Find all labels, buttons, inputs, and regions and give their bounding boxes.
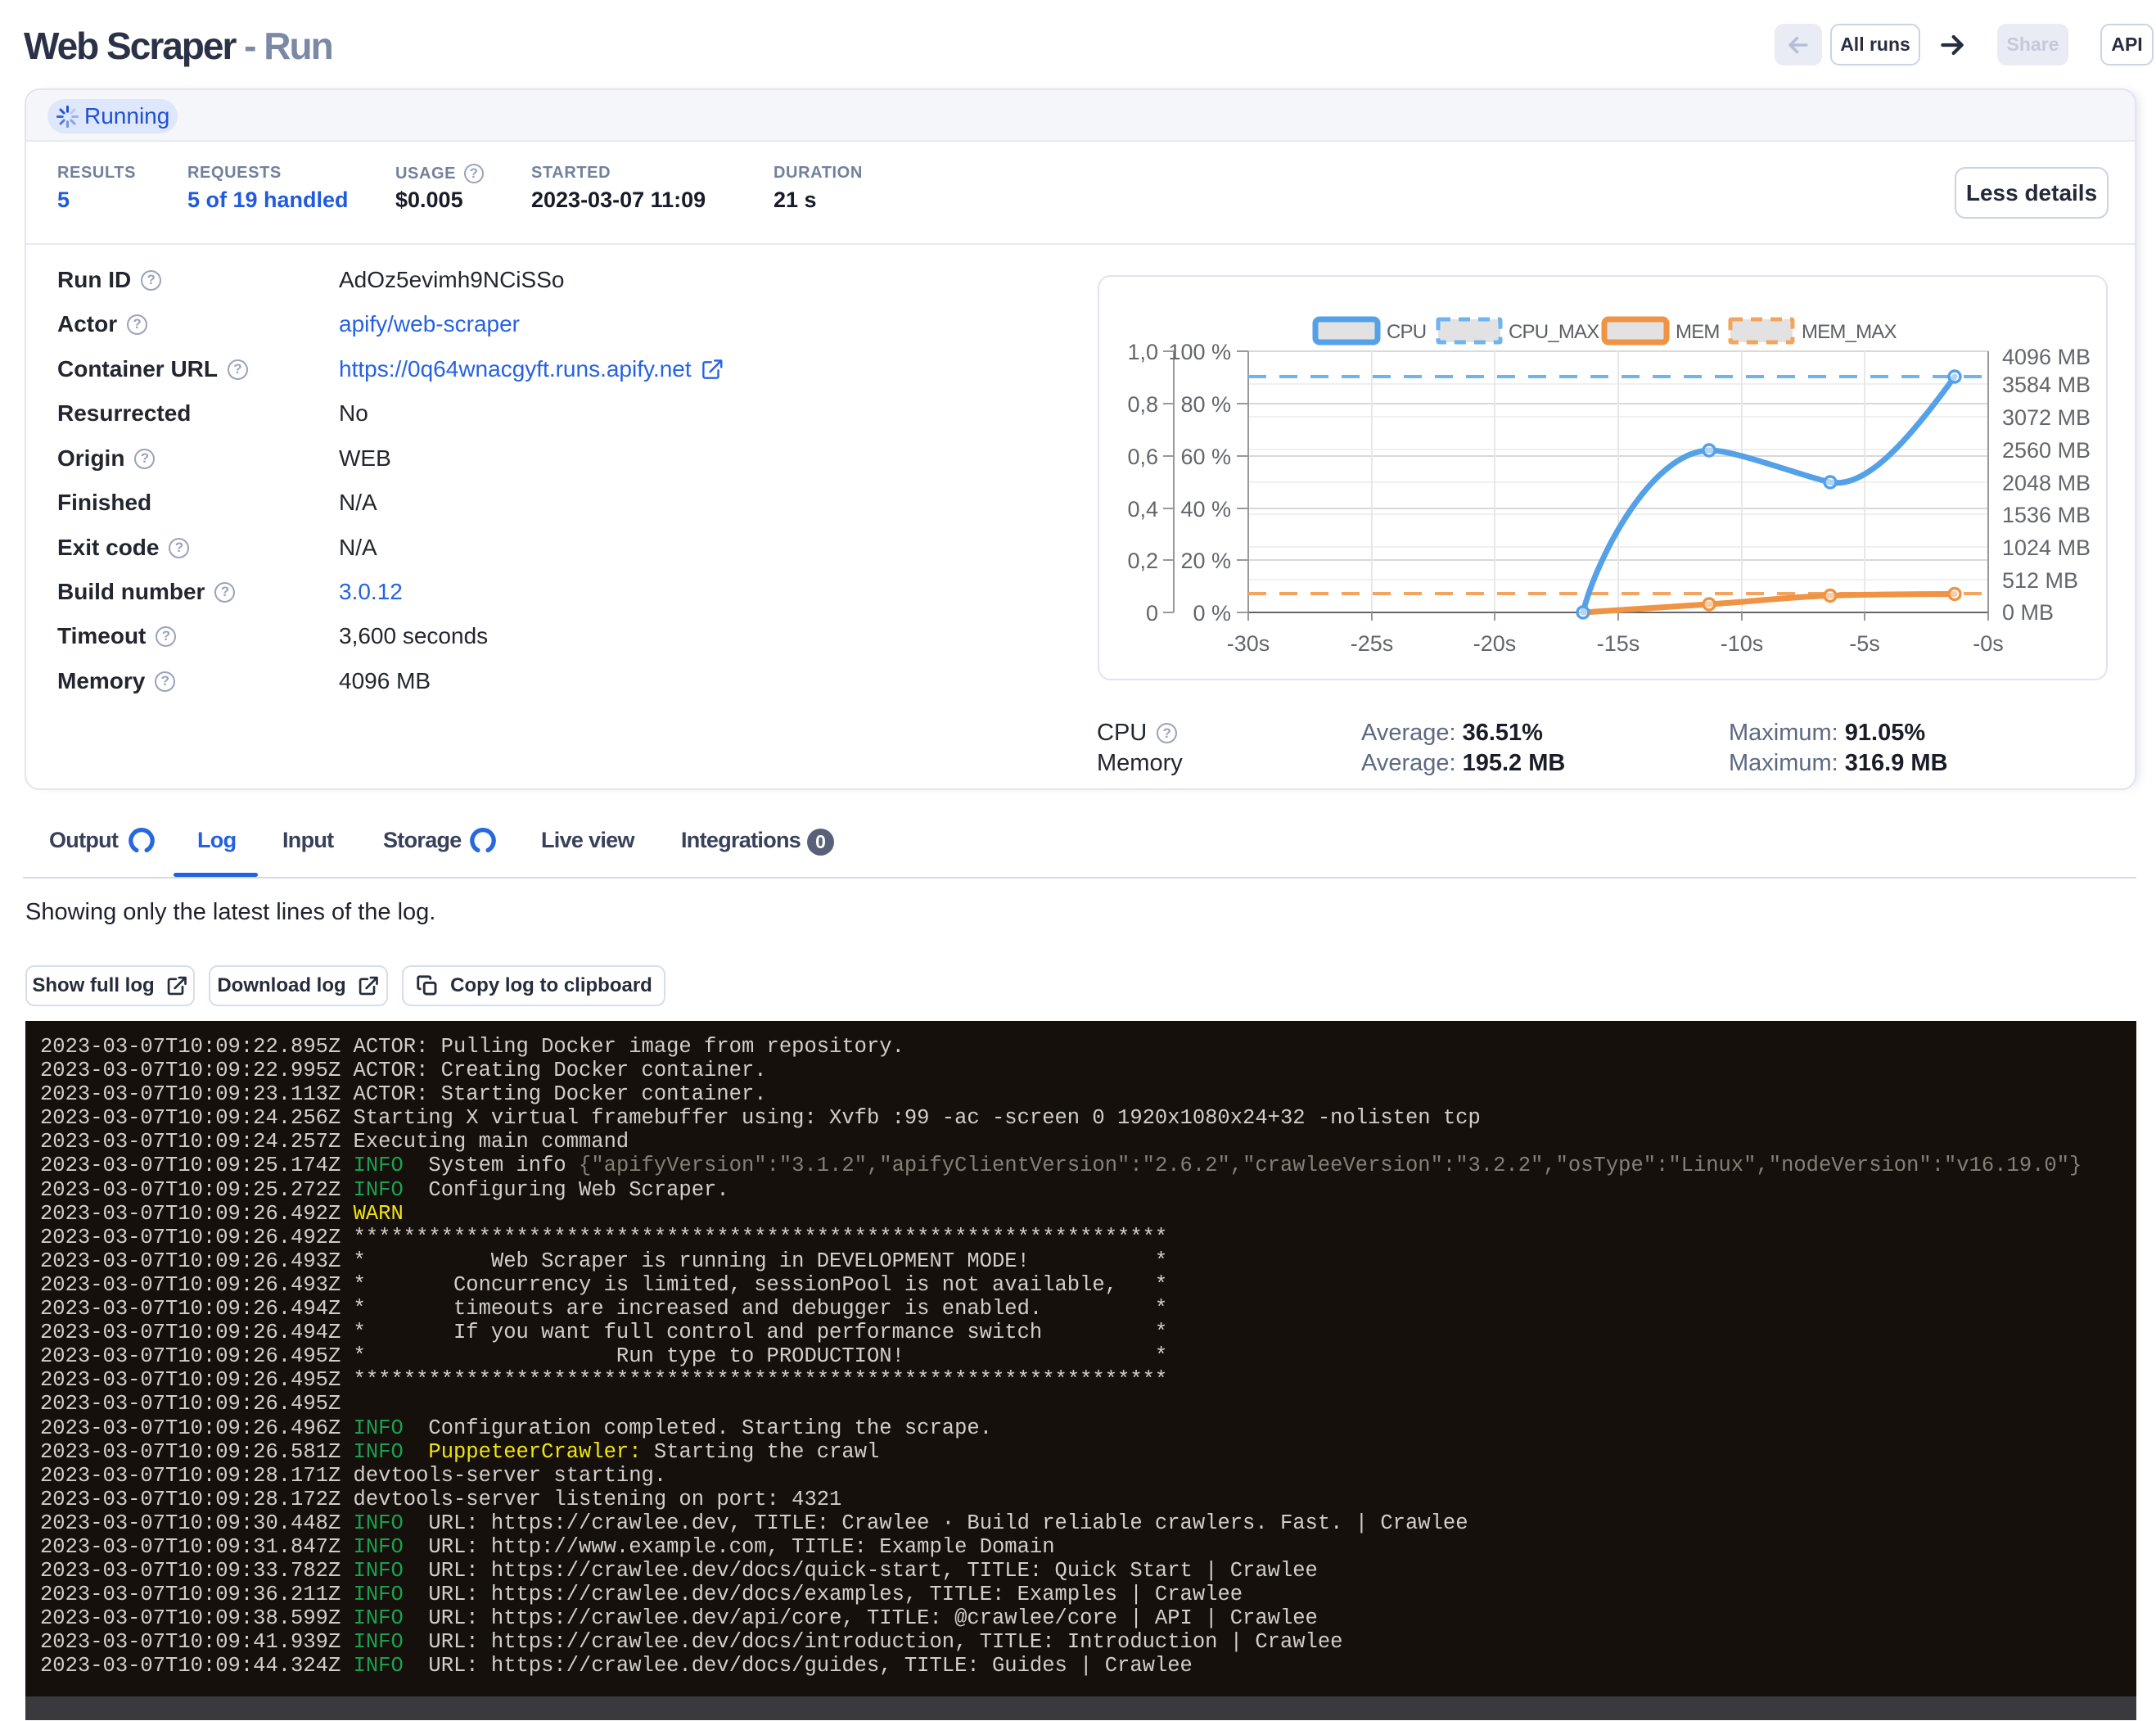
svg-text:CPU_MAX: CPU_MAX [1509, 321, 1599, 343]
svg-text:20 %: 20 % [1180, 549, 1231, 573]
svg-text:2048 MB: 2048 MB [2002, 471, 2091, 495]
svg-text:-10s: -10s [1721, 631, 1764, 656]
svg-text:1536 MB: 1536 MB [2002, 503, 2091, 527]
svg-text:MEM_MAX: MEM_MAX [1802, 321, 1897, 343]
svg-text:-30s: -30s [1227, 631, 1270, 656]
svg-text:0: 0 [1146, 601, 1158, 626]
svg-text:60 %: 60 % [1180, 445, 1231, 469]
svg-text:2560 MB: 2560 MB [2002, 438, 2091, 463]
svg-text:0,6: 0,6 [1127, 445, 1158, 469]
svg-text:-5s: -5s [1849, 631, 1880, 656]
svg-text:4096 MB: 4096 MB [2002, 345, 2091, 369]
svg-text:3072 MB: 3072 MB [2002, 405, 2091, 430]
svg-text:CPU: CPU [1387, 321, 1426, 343]
svg-text:-15s: -15s [1597, 631, 1640, 656]
svg-text:100 %: 100 % [1168, 340, 1231, 364]
svg-text:MEM: MEM [1676, 321, 1720, 343]
svg-text:0,8: 0,8 [1127, 392, 1158, 417]
svg-text:40 %: 40 % [1180, 497, 1231, 522]
svg-text:-20s: -20s [1473, 631, 1517, 656]
svg-text:0 MB: 0 MB [2002, 600, 2054, 625]
svg-text:-25s: -25s [1351, 631, 1394, 656]
svg-text:1024 MB: 1024 MB [2002, 535, 2091, 560]
svg-text:0,4: 0,4 [1127, 497, 1158, 522]
svg-text:512 MB: 512 MB [2002, 568, 2078, 593]
svg-text:3584 MB: 3584 MB [2002, 373, 2091, 397]
svg-text:0,2: 0,2 [1127, 549, 1158, 573]
svg-text:0 %: 0 % [1193, 601, 1231, 626]
svg-text:80 %: 80 % [1180, 392, 1231, 417]
svg-text:-0s: -0s [1973, 631, 2004, 656]
svg-text:1,0: 1,0 [1127, 340, 1158, 364]
